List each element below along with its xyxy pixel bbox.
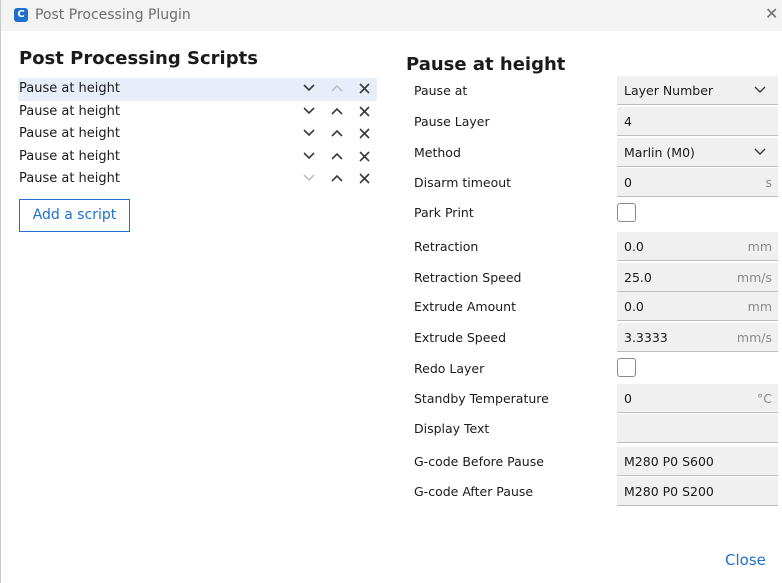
script-list: Pause at height Pause at height Pause at…: [18, 78, 377, 191]
remove-icon[interactable]: [357, 146, 373, 168]
retraction-speed-unit: mm/s: [736, 270, 772, 285]
script-name: Pause at height: [19, 81, 120, 96]
gcode-after-input[interactable]: M280 P0 S200: [617, 477, 778, 506]
pause-at-value: Layer Number: [624, 83, 714, 98]
gcode-before-input[interactable]: M280 P0 S600: [617, 447, 778, 476]
standby-temperature-label: Standby Temperature: [414, 391, 549, 406]
standby-temperature-value: 0: [624, 391, 632, 406]
script-name: Pause at height: [19, 148, 120, 164]
script-row-5[interactable]: Pause at height: [18, 168, 377, 191]
pause-layer-input[interactable]: 4: [617, 107, 778, 136]
retraction-label: Retraction: [414, 239, 479, 254]
move-up-icon[interactable]: [329, 101, 345, 123]
retraction-speed-label: Retraction Speed: [414, 270, 522, 285]
move-down-icon[interactable]: [301, 123, 317, 145]
disarm-timeout-value: 0: [624, 175, 632, 190]
pause-layer-label: Pause Layer: [414, 114, 490, 129]
title-bar: C Post Processing Plugin ✕: [1, 0, 782, 31]
move-down-icon[interactable]: [301, 146, 317, 168]
gcode-before-value: M280 P0 S600: [624, 454, 714, 469]
window-close-icon[interactable]: ✕: [765, 5, 778, 23]
retraction-speed-value: 25.0: [624, 270, 652, 285]
park-print-label: Park Print: [414, 205, 474, 220]
script-row-4[interactable]: Pause at height: [18, 146, 377, 169]
script-name: Pause at height: [19, 103, 120, 119]
move-down-icon[interactable]: [301, 78, 317, 100]
chevron-down-icon: [754, 148, 766, 155]
extrude-speed-unit: mm/s: [736, 330, 772, 345]
pause-layer-value: 4: [624, 114, 632, 129]
script-row-2[interactable]: Pause at height: [18, 101, 377, 124]
script-row-1[interactable]: Pause at height: [18, 78, 377, 101]
move-up-icon: [329, 78, 345, 100]
redo-layer-checkbox[interactable]: [617, 358, 636, 377]
disarm-timeout-input[interactable]: 0 s: [617, 168, 778, 197]
remove-icon[interactable]: [357, 101, 373, 123]
gcode-after-value: M280 P0 S200: [624, 484, 714, 499]
retraction-unit: mm: [747, 239, 772, 254]
display-text-input[interactable]: [617, 414, 778, 443]
extrude-amount-label: Extrude Amount: [414, 299, 516, 314]
retraction-speed-input[interactable]: 25.0 mm/s: [617, 263, 778, 292]
remove-icon[interactable]: [357, 123, 373, 145]
extrude-speed-label: Extrude Speed: [414, 330, 507, 345]
extrude-amount-unit: mm: [747, 299, 772, 314]
window-title: Post Processing Plugin: [35, 7, 191, 23]
extrude-speed-input[interactable]: 3.3333 mm/s: [617, 323, 778, 352]
remove-icon[interactable]: [357, 168, 373, 190]
method-value: Marlin (M0): [624, 145, 695, 160]
extrude-amount-input[interactable]: 0.0 mm: [617, 292, 778, 321]
park-print-checkbox[interactable]: [617, 203, 636, 222]
disarm-timeout-label: Disarm timeout: [414, 175, 512, 190]
display-text-label: Display Text: [414, 421, 490, 436]
chevron-down-icon: [754, 86, 766, 93]
pause-at-combo[interactable]: Layer Number: [617, 76, 778, 105]
pause-at-label: Pause at: [414, 83, 468, 98]
retraction-input[interactable]: 0.0 mm: [617, 232, 778, 261]
standby-temperature-input[interactable]: 0 °C: [617, 384, 778, 413]
remove-icon[interactable]: [357, 78, 373, 100]
retraction-value: 0.0: [624, 239, 644, 254]
scripts-heading: Post Processing Scripts: [19, 48, 258, 69]
close-button[interactable]: Close: [725, 551, 766, 569]
gcode-after-label: G-code After Pause: [414, 484, 534, 499]
script-row-3[interactable]: Pause at height: [18, 123, 377, 146]
script-name: Pause at height: [19, 171, 120, 186]
redo-layer-label: Redo Layer: [414, 361, 485, 376]
add-script-button[interactable]: Add a script: [19, 199, 130, 232]
move-up-icon[interactable]: [329, 123, 345, 145]
standby-temperature-unit: °C: [757, 391, 772, 406]
method-label: Method: [414, 145, 461, 160]
gcode-before-label: G-code Before Pause: [414, 454, 544, 469]
extrude-speed-value: 3.3333: [624, 330, 668, 345]
move-up-icon[interactable]: [329, 146, 345, 168]
move-down-icon[interactable]: [301, 101, 317, 123]
app-icon: C: [14, 8, 28, 22]
settings-heading: Pause at height: [406, 54, 566, 75]
method-combo[interactable]: Marlin (M0): [617, 138, 778, 167]
move-down-icon: [301, 168, 317, 190]
script-name: Pause at height: [19, 126, 120, 141]
dialog-window: C Post Processing Plugin ✕ Post Processi…: [0, 0, 782, 583]
move-up-icon[interactable]: [329, 168, 345, 190]
extrude-amount-value: 0.0: [624, 299, 644, 314]
disarm-timeout-unit: s: [765, 175, 772, 190]
